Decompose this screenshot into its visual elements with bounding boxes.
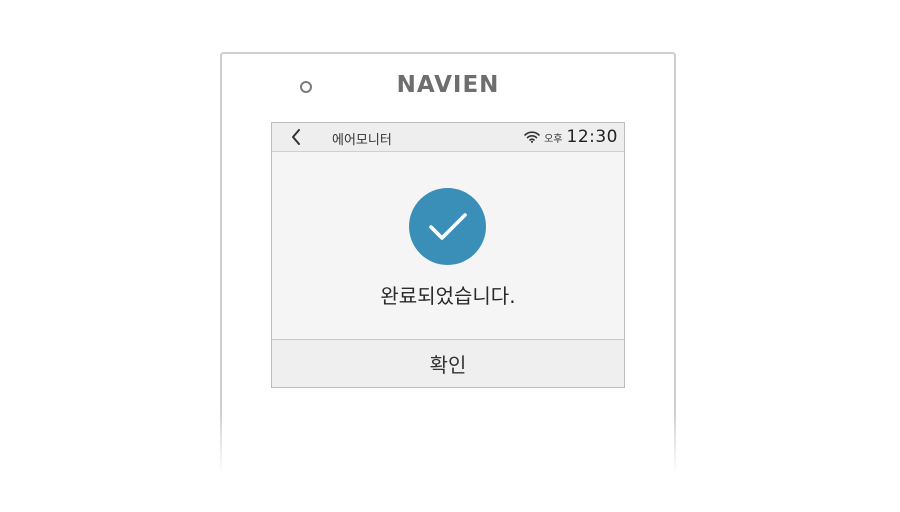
status-indicators: 오후 12:30 [524,126,618,148]
check-circle-icon [409,188,486,265]
screen-title: 에어모니터 [332,133,392,148]
brand-logo: NAVIEN [396,72,500,98]
completion-message: 완료되었습니다. [380,284,516,308]
back-button[interactable] [286,126,306,148]
checkmark-icon [428,212,467,240]
device-screen: 에어모니터 오후 12:30 완료되었습니다. 확인 [271,122,625,388]
status-bar: 에어모니터 오후 12:30 [272,123,624,152]
completion-content: 완료되었습니다. [272,152,624,339]
confirm-button[interactable]: 확인 [272,339,624,387]
clock-time: 12:30 [566,127,618,147]
wifi-icon [524,131,540,143]
chevron-left-icon [292,129,300,145]
ampm-label: 오후 [544,133,563,145]
